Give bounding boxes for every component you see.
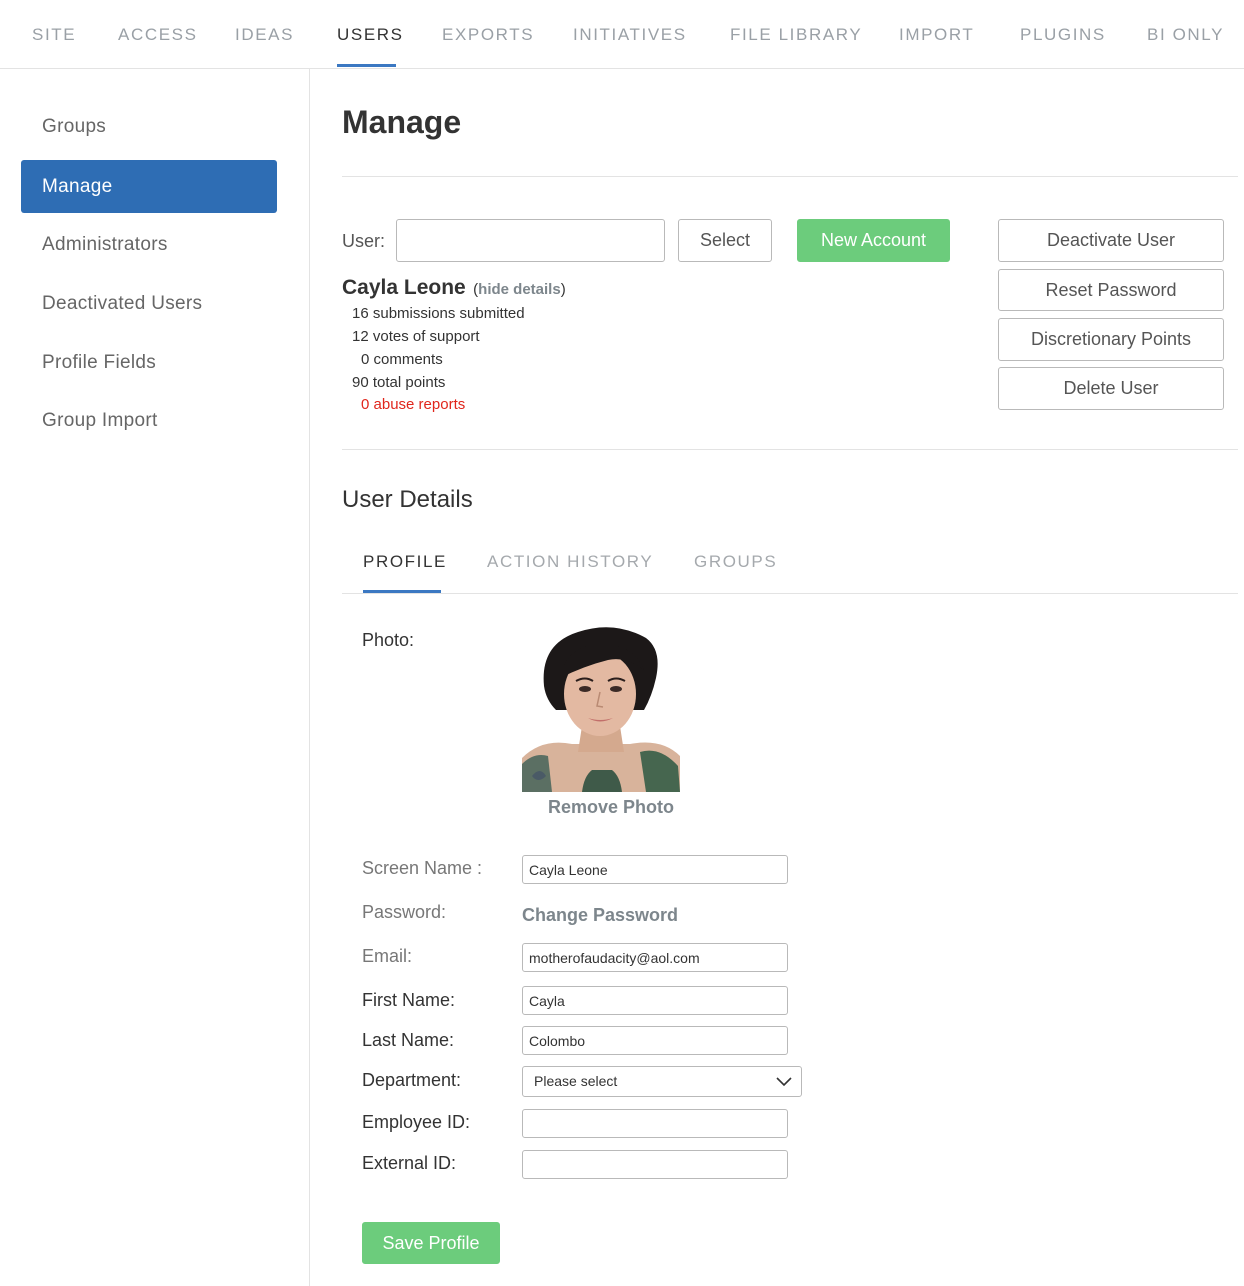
first-name-label: First Name: (362, 990, 456, 1010)
external-id-input[interactable] (522, 1150, 788, 1179)
summary-divider (342, 449, 1238, 450)
reset-password-button[interactable]: Reset Password (998, 269, 1224, 311)
email-label: Email: (362, 946, 413, 966)
submissions-count: 16 submissions submitted (352, 305, 525, 322)
tab-action-history[interactable]: ACTION HISTORY (487, 552, 653, 572)
deactivate-user-button[interactable]: Deactivate User (998, 219, 1224, 262)
selected-user-header: Cayla Leone (hide details) (342, 276, 566, 300)
sidebar-item-deactivated-users[interactable]: Deactivated Users (21, 277, 277, 330)
tab-plugins[interactable]: PLUGINS (1020, 25, 1106, 45)
change-password-link[interactable]: Change Password (522, 905, 678, 926)
tab-profile[interactable]: PROFILE (363, 552, 447, 572)
department-select[interactable]: Please select (522, 1066, 802, 1097)
sidebar-item-group-import[interactable]: Group Import (21, 394, 277, 447)
last-name-input[interactable] (522, 1026, 788, 1055)
first-name-input[interactable] (522, 986, 788, 1015)
discretionary-points-button[interactable]: Discretionary Points (998, 318, 1224, 361)
tab-access[interactable]: ACCESS (118, 25, 198, 45)
photo-label: Photo: (362, 630, 415, 650)
screen-name-input[interactable] (522, 855, 788, 884)
tab-ideas[interactable]: IDEAS (235, 25, 294, 45)
votes-count: 12 votes of support (352, 328, 480, 345)
top-nav: SITE ACCESS IDEAS USERS EXPORTS INITIATI… (0, 0, 1244, 69)
tab-groups[interactable]: GROUPS (694, 552, 777, 572)
tab-bi-only[interactable]: BI ONLY (1147, 25, 1224, 45)
tab-exports[interactable]: EXPORTS (442, 25, 534, 45)
sidebar: Groups Manage Administrators Deactivated… (0, 69, 310, 1286)
select-button[interactable]: Select (678, 219, 772, 262)
abuse-reports-count[interactable]: 0 abuse reports (361, 396, 465, 413)
sidebar-item-groups[interactable]: Groups (21, 100, 277, 153)
tab-users[interactable]: USERS (337, 25, 404, 45)
department-label: Department: (362, 1070, 462, 1090)
chevron-down-icon (776, 1077, 792, 1087)
employee-id-input[interactable] (522, 1109, 788, 1138)
active-tab-indicator (337, 64, 396, 67)
remove-photo-link[interactable]: Remove Photo (548, 797, 674, 818)
department-select-value: Please select (534, 1073, 618, 1089)
selected-user-name: Cayla Leone (342, 276, 466, 299)
sidebar-item-administrators[interactable]: Administrators (21, 218, 277, 271)
email-input[interactable] (522, 943, 788, 972)
tab-import[interactable]: IMPORT (899, 25, 974, 45)
user-label: User: (342, 231, 386, 251)
screen-name-label: Screen Name : (362, 858, 483, 878)
user-details-heading: User Details (342, 486, 473, 513)
password-label: Password: (362, 902, 447, 922)
new-account-button[interactable]: New Account (797, 219, 950, 262)
tab-site[interactable]: SITE (32, 25, 76, 45)
tab-file-library[interactable]: FILE LIBRARY (730, 25, 862, 45)
title-divider (342, 176, 1238, 177)
hide-details-link[interactable]: hide details (478, 281, 561, 298)
paren-close: ) (560, 281, 566, 298)
employee-id-label: Employee ID: (362, 1112, 471, 1132)
tab-initiatives[interactable]: INITIATIVES (573, 25, 687, 45)
delete-user-button[interactable]: Delete User (998, 367, 1224, 410)
user-search-input[interactable] (396, 219, 665, 262)
page-title: Manage (342, 104, 462, 140)
total-points: 90 total points (352, 374, 446, 391)
comments-count: 0 comments (361, 351, 443, 368)
last-name-label: Last Name: (362, 1030, 455, 1050)
sidebar-item-profile-fields[interactable]: Profile Fields (21, 336, 277, 389)
subtabs-divider (342, 593, 1238, 594)
sidebar-item-manage[interactable]: Manage (21, 160, 277, 213)
external-id-label: External ID: (362, 1153, 457, 1173)
save-profile-button[interactable]: Save Profile (362, 1222, 500, 1264)
profile-photo (522, 626, 680, 792)
